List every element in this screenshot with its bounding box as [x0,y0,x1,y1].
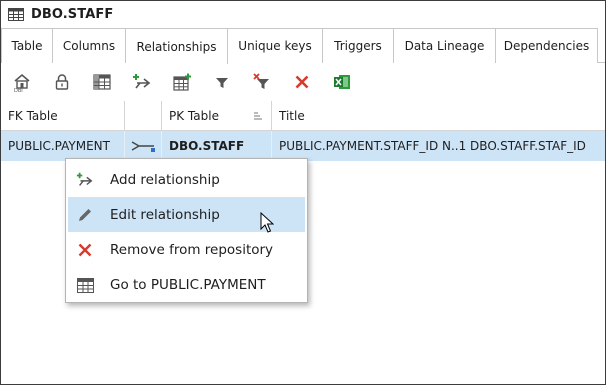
cell-title[interactable]: PUBLIC.PAYMENT.STAFF_ID N..1 DBO.STAFF.S… [272,131,605,161]
filter-button[interactable] [211,71,233,93]
grid-header: FK Table PK Table Title [1,101,605,131]
lock-button[interactable] [51,71,73,93]
column-header-relation[interactable] [125,101,162,131]
table-view-icon [93,74,111,90]
column-header-pk-table-label: PK Table [169,109,219,123]
excel-export-button[interactable] [331,71,353,93]
tab-table[interactable]: Table [1,28,53,63]
lock-icon [55,74,69,90]
table-grid-icon [76,276,94,294]
relationships-grid: FK Table PK Table Title PUBLIC.PAYMENT D… [1,101,605,161]
sort-icon [254,112,262,120]
pencil-icon [76,206,94,224]
table-row[interactable]: PUBLIC.PAYMENT DBO.STAFF PUBLIC.PAYMENT.… [1,131,605,161]
tab-columns[interactable]: Columns [53,28,126,63]
home-schema-icon: DBI [14,73,30,92]
add-relationship-icon [133,74,151,89]
cell-pk-table[interactable]: DBO.STAFF [162,131,272,161]
add-relationship-icon [76,171,94,189]
clear-filter-button[interactable] [251,71,273,93]
tab-unique-keys[interactable]: Unique keys [228,28,323,63]
filter-icon [216,78,228,88]
tab-strip: Table Columns Relationships Unique keys … [1,28,605,64]
add-table-icon [173,73,191,91]
red-x-icon [76,241,94,259]
column-header-pk-table[interactable]: PK Table [162,101,272,131]
tab-data-lineage[interactable]: Data Lineage [394,28,496,63]
menu-item-remove-from-repository[interactable]: Remove from repository [66,232,307,267]
cell-relation[interactable] [125,131,162,161]
tab-dependencies[interactable]: Dependencies [496,28,598,63]
menu-item-label: Remove from repository [110,241,274,258]
tab-relationships[interactable]: Relationships [126,28,228,64]
delete-icon [295,75,309,89]
menu-item-add-relationship[interactable]: Add relationship [66,162,307,197]
home-schema-button[interactable]: DBI [11,71,33,93]
tab-triggers[interactable]: Triggers [323,28,394,63]
add-relationship-toolbar-button[interactable] [131,71,153,93]
menu-item-label: Add relationship [110,171,220,188]
menu-item-label: Go to PUBLIC.PAYMENT [110,276,266,293]
cell-fk-table[interactable]: PUBLIC.PAYMENT [1,131,125,161]
add-table-button[interactable] [171,71,193,93]
table-grid-icon [8,8,24,21]
table-view-button[interactable] [91,71,113,93]
menu-item-label: Edit relationship [110,206,220,223]
excel-export-icon [334,75,350,89]
title-bar: DBO.STAFF [1,1,605,28]
delete-button[interactable] [291,71,313,93]
toolbar: DBI [1,64,605,100]
relationship-arrow-icon [131,141,155,152]
clear-filter-icon [253,73,269,89]
mouse-cursor-icon [260,212,274,233]
relationships-window: DBO.STAFF Table Columns Relationships Un… [0,0,606,385]
column-header-title[interactable]: Title [272,101,605,131]
window-title: DBO.STAFF [31,7,114,22]
menu-item-go-to-table[interactable]: Go to PUBLIC.PAYMENT [66,267,307,302]
column-header-fk-table[interactable]: FK Table [1,101,125,131]
svg-text:DBI: DBI [14,88,23,92]
